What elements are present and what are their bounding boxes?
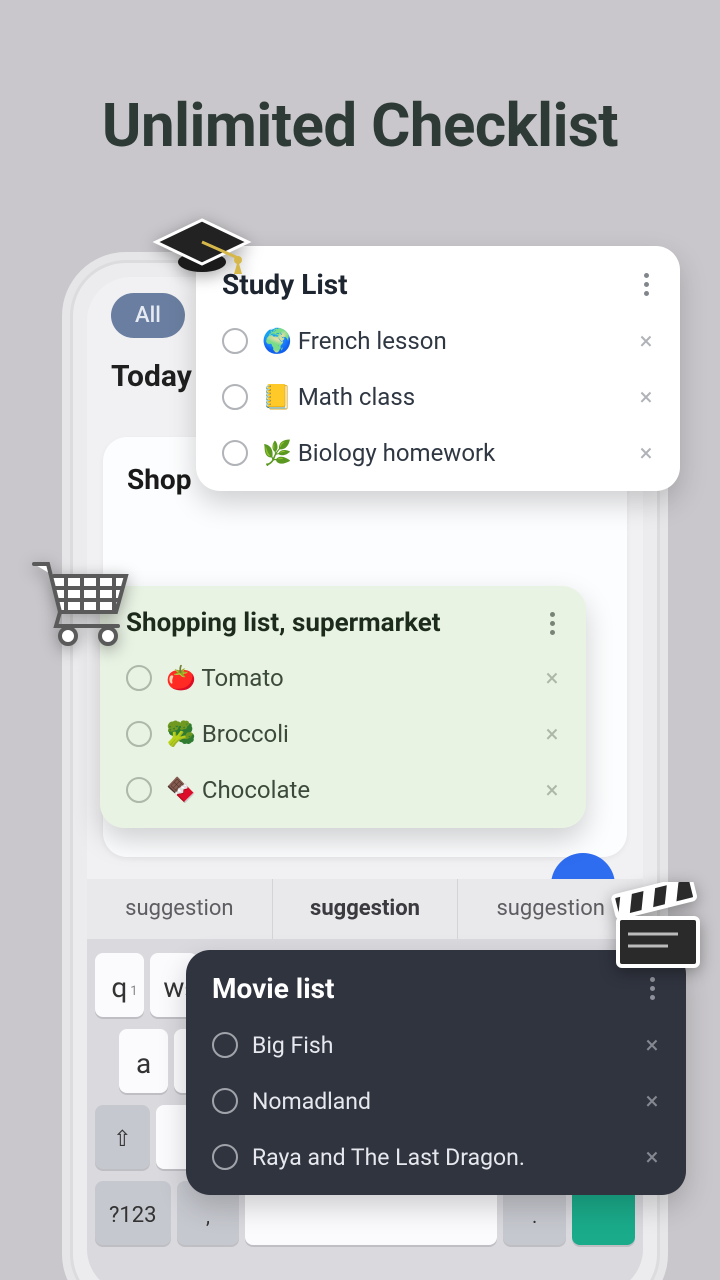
checklist-item-label: 📒 Math class [262, 383, 620, 411]
keyboard-suggestion-bar: suggestion suggestion suggestion [87, 879, 643, 939]
remove-icon[interactable]: × [640, 1143, 664, 1171]
remove-icon[interactable]: × [540, 776, 564, 804]
checklist-item-label: Raya and The Last Dragon. [252, 1144, 626, 1171]
card-study[interactable]: Study List 🌍 French lesson × 📒 Math clas… [196, 246, 680, 491]
key-shift[interactable]: ⇧ [95, 1105, 150, 1169]
remove-icon[interactable]: × [540, 720, 564, 748]
checkbox-icon[interactable] [126, 721, 152, 747]
checklist-item[interactable]: Raya and The Last Dragon. × [212, 1129, 664, 1185]
checkbox-icon[interactable] [212, 1088, 238, 1114]
checklist-item-label: 🌿 Biology homework [262, 439, 620, 467]
remove-icon[interactable]: × [634, 439, 658, 467]
checkbox-icon[interactable] [126, 777, 152, 803]
remove-icon[interactable]: × [640, 1087, 664, 1115]
clapperboard-icon [608, 882, 710, 972]
today-heading: Today ( [111, 359, 210, 394]
checklist-item[interactable]: 🌍 French lesson × [222, 313, 658, 369]
checkbox-icon[interactable] [212, 1032, 238, 1058]
key-a[interactable]: a [119, 1029, 168, 1093]
graduation-cap-icon [152, 212, 252, 282]
suggestion-2[interactable]: suggestion [273, 879, 459, 939]
card-shopping-title: Shopping list, supermarket [126, 608, 441, 638]
checkbox-icon[interactable] [126, 665, 152, 691]
remove-icon[interactable]: × [634, 327, 658, 355]
card-shopping[interactable]: Shopping list, supermarket 🍅 Tomato × 🥦 … [100, 586, 586, 828]
shopping-cart-icon [26, 548, 136, 648]
remove-icon[interactable]: × [640, 1031, 664, 1059]
checklist-item-label: 🍅 Tomato [166, 664, 526, 692]
checklist-item-label: 🥦 Broccoli [166, 720, 526, 748]
checklist-item[interactable]: 🌿 Biology homework × [222, 425, 658, 481]
checkbox-icon[interactable] [222, 328, 248, 354]
checkbox-icon[interactable] [212, 1144, 238, 1170]
more-icon[interactable] [640, 977, 664, 1000]
headline: Unlimited Checklist [0, 90, 720, 161]
checklist-item[interactable]: Nomadland × [212, 1073, 664, 1129]
checkbox-icon[interactable] [222, 440, 248, 466]
checklist-item-label: Nomadland [252, 1088, 626, 1115]
checkbox-icon[interactable] [222, 384, 248, 410]
checklist-item[interactable]: 🥦 Broccoli × [126, 706, 564, 762]
card-movie[interactable]: Movie list Big Fish × Nomadland × Raya a… [186, 950, 686, 1195]
filter-pill-all[interactable]: All [111, 293, 185, 338]
checklist-item[interactable]: 🍫 Chocolate × [126, 762, 564, 818]
checklist-item[interactable]: 📒 Math class × [222, 369, 658, 425]
more-icon[interactable] [540, 612, 564, 635]
suggestion-1[interactable]: suggestion [87, 879, 273, 939]
remove-icon[interactable]: × [634, 383, 658, 411]
key-q[interactable]: q1 [95, 953, 144, 1017]
more-icon[interactable] [634, 273, 658, 296]
checklist-item[interactable]: 🍅 Tomato × [126, 650, 564, 706]
key-symbols[interactable]: ?123 [95, 1181, 171, 1245]
checklist-item-label: 🌍 French lesson [262, 327, 620, 355]
remove-icon[interactable]: × [540, 664, 564, 692]
card-movie-title: Movie list [212, 972, 334, 1005]
checklist-item-label: 🍫 Chocolate [166, 776, 526, 804]
checklist-item-label: Big Fish [252, 1032, 626, 1059]
checklist-item[interactable]: Big Fish × [212, 1017, 664, 1073]
